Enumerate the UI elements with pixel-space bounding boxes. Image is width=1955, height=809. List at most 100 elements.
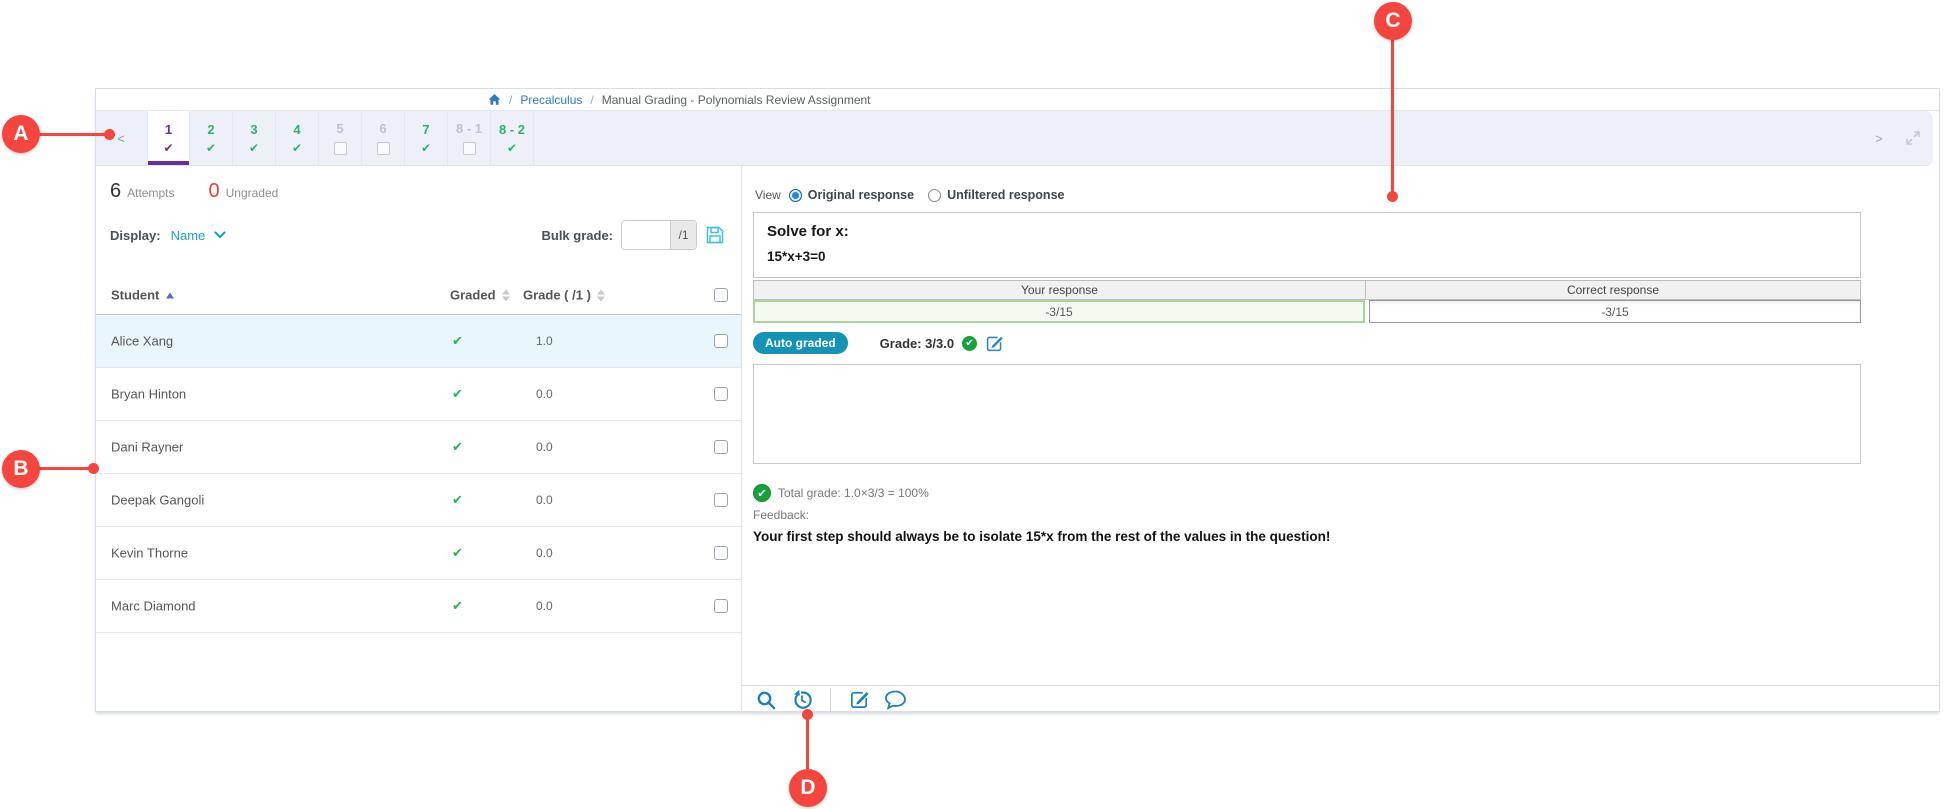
expand-icon[interactable]: [1899, 111, 1927, 165]
toolbar-divider: [830, 688, 831, 712]
question-tab-2[interactable]: 2: [190, 111, 233, 165]
question-line-1: Solve for x:: [767, 223, 1847, 240]
student-row[interactable]: Marc Diamond 0.0: [96, 580, 741, 633]
display-value: Name: [171, 228, 206, 243]
question-tab-label: 3: [250, 122, 257, 137]
annotation-line-b: [38, 467, 90, 470]
question-tab-5[interactable]: 5: [319, 111, 362, 165]
response-table: Your response Correct response -3/15 -3/…: [753, 280, 1861, 323]
screenshot-root: / Precalculus / Manual Grading - Polynom…: [0, 0, 1955, 809]
question-text-box: Solve for x: 15*x+3=0: [753, 212, 1861, 278]
question-tab-8-2[interactable]: 8 - 2: [491, 111, 534, 165]
total-grade-text: Total grade: 1.0×3/3 = 100%: [778, 486, 929, 500]
your-response-header: Your response: [754, 281, 1366, 299]
question-tab-4[interactable]: 4: [276, 111, 319, 165]
annotation-dot-a: [104, 129, 115, 140]
home-icon[interactable]: [488, 93, 501, 106]
question-tabs: 1 2 3 4 5: [147, 111, 534, 165]
question-nav: < 1 2 3 4 5: [96, 111, 1933, 166]
sort-icon: [597, 289, 605, 301]
display-dropdown[interactable]: Name: [171, 228, 227, 243]
ungraded-label: Ungraded: [226, 186, 279, 200]
student-row[interactable]: Alice Xang 1.0: [96, 315, 741, 368]
display-label: Display:: [110, 228, 161, 243]
column-graded[interactable]: Graded: [450, 288, 510, 303]
save-icon[interactable]: [705, 225, 725, 245]
row-checkbox[interactable]: [714, 493, 728, 507]
sort-ascending-icon: [166, 292, 174, 298]
student-row[interactable]: Deepak Gangoli 0.0: [96, 474, 741, 527]
row-checkbox[interactable]: [714, 440, 728, 454]
radio-unfiltered-response[interactable]: [928, 189, 941, 202]
preview-icon[interactable]: [754, 688, 778, 712]
edit-response-icon[interactable]: [847, 688, 871, 712]
question-tab-label: 2: [207, 122, 214, 137]
total-grade-check-icon: [753, 484, 771, 502]
graded-check-icon: [452, 545, 463, 561]
check-icon: [163, 143, 173, 154]
student-name: Alice Xang: [111, 334, 173, 349]
check-icon: [249, 143, 259, 154]
unfiltered-response-label: Unfiltered response: [947, 188, 1064, 202]
view-options: View Original response Unfiltered respon…: [755, 188, 1072, 202]
grading-window: / Precalculus / Manual Grading - Polynom…: [95, 88, 1940, 712]
student-table: Student Graded Grade ( /1 ) Alice Xang: [96, 276, 741, 633]
question-tab-3[interactable]: 3: [233, 111, 276, 165]
breadcrumb-separator: /: [509, 93, 512, 107]
question-tab-6[interactable]: 6: [362, 111, 405, 165]
radio-original-response[interactable]: [789, 189, 802, 202]
bulk-grade-label: Bulk grade:: [541, 228, 613, 243]
annotation-line-d: [806, 716, 809, 769]
check-icon: [507, 143, 517, 154]
annotation-marker-a: A: [2, 115, 40, 153]
attempts-summary: 6 Attempts 0 Ungraded: [110, 180, 278, 203]
list-controls: Display: Name Bulk grade: /1: [110, 220, 725, 250]
history-icon[interactable]: [790, 688, 814, 712]
annotation-line-c: [1391, 38, 1394, 194]
column-grade[interactable]: Grade ( /1 ): [523, 288, 605, 303]
graded-check-icon: [452, 492, 463, 508]
correct-response-header: Correct response: [1366, 281, 1860, 299]
comment-box[interactable]: [753, 364, 1861, 464]
row-checkbox[interactable]: [714, 387, 728, 401]
select-all-checkbox[interactable]: [714, 288, 728, 302]
question-tab-1[interactable]: 1: [147, 111, 190, 165]
student-row[interactable]: Bryan Hinton 0.0: [96, 368, 741, 421]
annotation-dot-c: [1387, 191, 1398, 202]
row-checkbox[interactable]: [714, 334, 728, 348]
student-grade: 0.0: [536, 546, 553, 560]
student-row[interactable]: Kevin Thorne 0.0: [96, 527, 741, 580]
next-question-button[interactable]: >: [1869, 111, 1889, 165]
edit-grade-icon[interactable]: [985, 334, 1004, 353]
row-checkbox[interactable]: [714, 599, 728, 613]
bulk-grade-input[interactable]: [622, 221, 670, 249]
breadcrumb-course[interactable]: Precalculus: [520, 93, 582, 107]
feedback-label: Feedback:: [753, 508, 809, 522]
question-tab-7[interactable]: 7: [405, 111, 448, 165]
comment-icon[interactable]: [883, 688, 907, 712]
sort-icon: [502, 289, 510, 301]
response-toolbar: [742, 685, 1939, 713]
check-icon: [421, 143, 431, 154]
response-panel: View Original response Unfiltered respon…: [742, 166, 1939, 713]
question-tab-label: 8 - 1: [456, 121, 482, 136]
your-response-value: -3/15: [753, 300, 1365, 323]
annotation-marker-d: D: [789, 769, 827, 807]
breadcrumb: / Precalculus / Manual Grading - Polynom…: [96, 89, 1939, 111]
attempts-count: 6: [110, 180, 121, 203]
graded-check-icon: [452, 598, 463, 614]
question-tab-8-1[interactable]: 8 - 1: [448, 111, 491, 165]
row-checkbox[interactable]: [714, 546, 728, 560]
student-row[interactable]: Dani Rayner 0.0: [96, 421, 741, 474]
student-name: Bryan Hinton: [111, 387, 186, 402]
question-tab-label: 8 - 2: [499, 122, 525, 137]
graded-check-icon: [452, 439, 463, 455]
question-line-2: 15*x+3=0: [767, 249, 1847, 264]
question-tab-label: 1: [165, 122, 172, 137]
grade-row: Auto graded Grade: 3/3.0: [753, 332, 1004, 354]
student-name: Kevin Thorne: [111, 546, 188, 561]
student-name: Marc Diamond: [111, 599, 196, 614]
question-tab-label: 4: [293, 122, 300, 137]
checkbox-icon: [463, 142, 476, 155]
column-student[interactable]: Student: [111, 288, 174, 303]
